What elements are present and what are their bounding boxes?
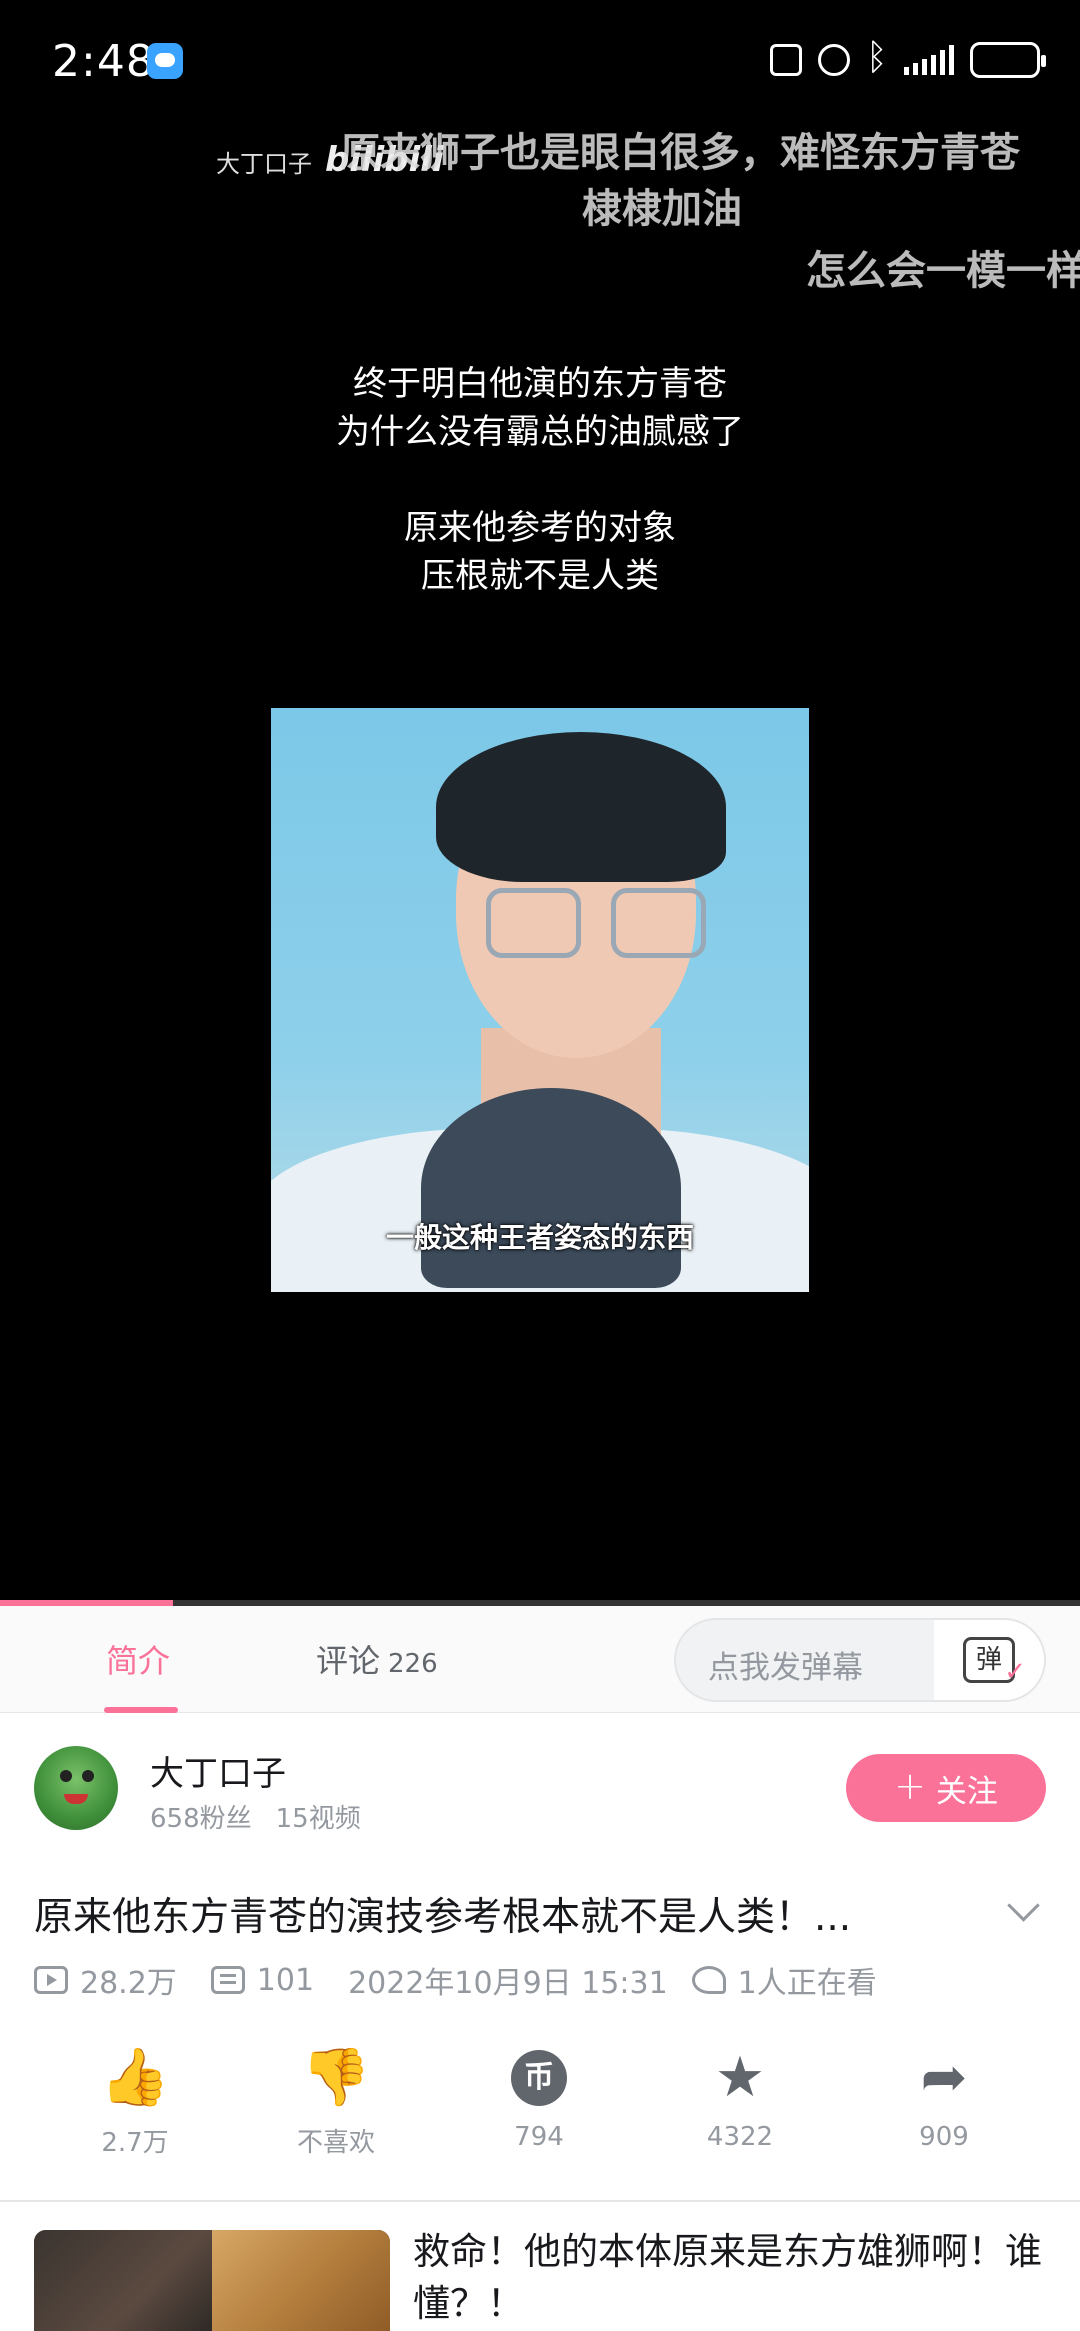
- dislike-label: 不喜欢: [296, 2128, 375, 2158]
- watching-count: 1人正在看: [737, 1966, 877, 2001]
- recommended-video-title[interactable]: 救命！他的本体原来是东方雄狮啊！谁懂？！: [413, 2226, 1053, 2330]
- danmaku-comment: 棣棣加油: [582, 186, 742, 232]
- thumbs-down-icon: 👎: [301, 2045, 371, 2110]
- publish-date: 2022年10月9日 15:31: [348, 1966, 668, 2001]
- video-subtitle: 一般这种王者姿态的东西: [385, 1221, 694, 1254]
- favorite-button[interactable]: ★ 4322: [660, 2045, 820, 2153]
- video-caption-line: 原来他参考的对象: [404, 508, 676, 548]
- video-frame-image: 一般这种王者姿态的东西: [271, 708, 809, 1292]
- coin-icon: 币: [511, 2050, 567, 2106]
- uploader-stats: 658粉丝 15视频: [150, 1798, 361, 1835]
- video-player[interactable]: 大丁口子 bilibili 原来狮子也是眼白很多，难怪东方青苍 棣棣加油 怎么会…: [0, 120, 1080, 1600]
- follow-button[interactable]: + 关注: [846, 1754, 1046, 1822]
- tab-intro[interactable]: 简介: [106, 1636, 170, 1682]
- status-bar: 2:48: [0, 0, 1080, 120]
- battery-icon: [970, 42, 1046, 78]
- danmaku-count: 101: [256, 1962, 315, 1998]
- video-title[interactable]: 原来他东方青苍的演技参考根本就不是人类！...: [34, 1886, 954, 1942]
- bluetooth-icon: [866, 37, 888, 78]
- danmaku-input-placeholder: 点我发弹幕: [708, 1650, 863, 1686]
- video-caption-line: 压根就不是人类: [421, 556, 659, 596]
- favorite-count: 4322: [706, 2122, 774, 2152]
- coin-count: 794: [514, 2122, 564, 2152]
- uploader-videos: 15视频: [275, 1804, 361, 1834]
- uploader-fans: 658粉丝: [150, 1804, 252, 1834]
- tab-comments-count: 226: [388, 1649, 438, 1679]
- danmaku-comment: 怎么会一模一样: [806, 248, 1080, 294]
- share-arrow-icon: ➦: [920, 2045, 968, 2110]
- nfc-icon: [770, 44, 802, 76]
- avatar[interactable]: [34, 1746, 118, 1830]
- dislike-button[interactable]: 👎 不喜欢: [256, 2046, 416, 2159]
- signal-icon: [904, 45, 954, 75]
- video-caption-line: 终于明白他演的东方青苍: [353, 364, 727, 404]
- divider: [0, 2200, 1080, 2202]
- coin-button[interactable]: 币 794: [459, 2046, 619, 2152]
- like-count: 2.7万: [101, 2128, 169, 2158]
- alarm-icon: [818, 44, 850, 76]
- tab-indicator: [104, 1707, 178, 1713]
- tab-comments[interactable]: 评论 226: [316, 1636, 438, 1682]
- danmaku-comment: 原来狮子也是眼白很多，难怪东方青苍: [340, 130, 1020, 176]
- recommended-video-thumbnail[interactable]: [34, 2230, 390, 2331]
- like-button[interactable]: 👍 2.7万: [55, 2046, 215, 2159]
- danmaku-icon: 弹: [963, 1637, 1026, 1692]
- action-bar: 👍 2.7万 👎 不喜欢 币 794 ★ 4322 ➦ 909: [0, 2046, 1080, 2176]
- status-icons: [770, 37, 1046, 80]
- video-watermark-user: 大丁口子: [216, 150, 312, 178]
- share-count: 909: [919, 2122, 969, 2152]
- tab-bar: 简介 评论 226 点我发弹幕 弹: [0, 1606, 1080, 1713]
- video-caption-line: 为什么没有霸总的油腻感了: [336, 412, 744, 452]
- status-time: 2:48: [52, 36, 155, 87]
- uploader-name[interactable]: 大丁口子: [150, 1746, 286, 1795]
- danmaku-input[interactable]: 点我发弹幕 弹: [674, 1618, 1046, 1702]
- share-button[interactable]: ➦ 909: [864, 2045, 1024, 2153]
- message-notification-icon: [147, 43, 183, 79]
- thumbs-up-icon: 👍: [100, 2045, 170, 2110]
- danmaku-toggle-button[interactable]: 弹: [934, 1620, 1044, 1700]
- video-info-panel: 简介 评论226 点我发弹幕 弹 大丁口子 658粉丝 15视频 + 关注 原来他…: [0, 1606, 1080, 2331]
- watching-icon: [691, 1966, 726, 1994]
- danmaku-count-icon: [210, 1966, 245, 1994]
- follow-label: 关注: [935, 1773, 998, 1810]
- play-count-icon: [34, 1966, 68, 1994]
- video-meta: 28.2万 101 2022年10月9日 15:31 1人正在看: [34, 1958, 877, 2002]
- view-count: 28.2万: [80, 1966, 177, 2001]
- plus-icon: +: [894, 1764, 926, 1808]
- star-icon: ★: [714, 2045, 766, 2110]
- chevron-down-icon[interactable]: [1006, 1892, 1040, 1926]
- tab-comments-label: 评论: [316, 1642, 381, 1680]
